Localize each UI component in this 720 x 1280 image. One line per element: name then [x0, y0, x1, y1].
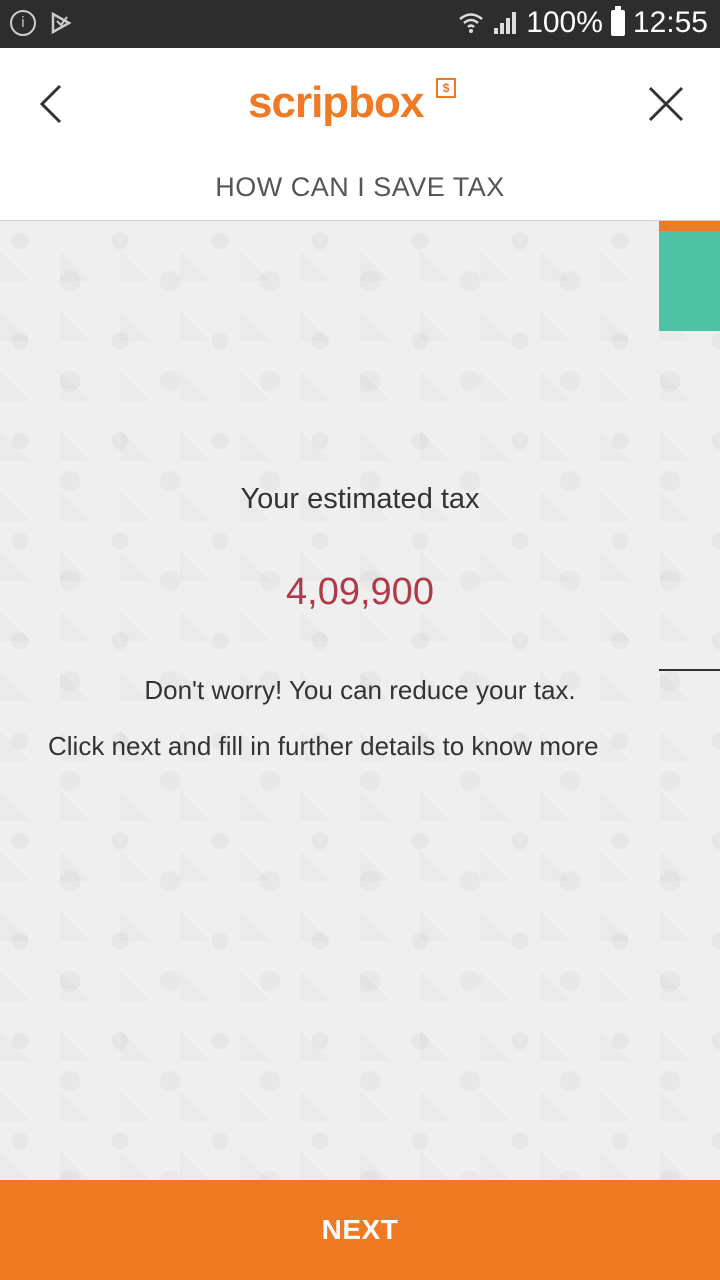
wifi-icon: [459, 13, 483, 33]
app-header: scripbox $ HOW CAN I SAVE TAX: [0, 48, 720, 221]
battery-percent: 100%: [526, 6, 603, 39]
side-tab-green: [659, 231, 720, 331]
estimate-value: 4,09,900: [286, 571, 434, 613]
side-tab-orange: [659, 221, 720, 231]
back-arrow-icon[interactable]: [30, 80, 78, 128]
close-icon[interactable]: [642, 80, 690, 128]
clock: 12:55: [632, 6, 708, 39]
signal-icon: [494, 12, 517, 34]
side-divider: [659, 669, 720, 671]
logo-badge: $: [436, 78, 456, 98]
battery-icon: [610, 6, 625, 36]
status-bar: i 100% 12:55: [0, 0, 720, 48]
scripbox-logo: scripbox: [248, 78, 424, 127]
instruction-text: Click next and fill in further details t…: [48, 731, 599, 761]
info-icon: i: [10, 10, 36, 36]
next-button[interactable]: NEXT: [0, 1180, 720, 1280]
play-store-icon: [51, 12, 72, 34]
page-title: HOW CAN I SAVE TAX: [215, 172, 505, 202]
estimate-label: Your estimated tax: [240, 483, 480, 515]
main-content: Your estimated tax 4,09,900 Don't worry!…: [0, 221, 720, 1180]
reassure-text: Don't worry! You can reduce your tax.: [144, 675, 576, 705]
